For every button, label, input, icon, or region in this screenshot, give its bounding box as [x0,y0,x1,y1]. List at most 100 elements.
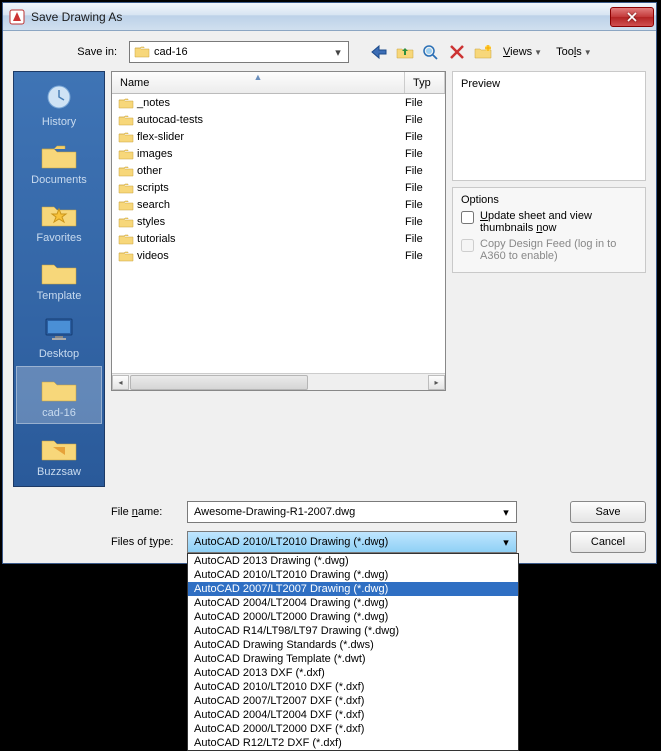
place-history[interactable]: History [16,76,102,132]
filetype-option[interactable]: AutoCAD 2010/LT2010 DXF (*.dxf) [188,680,518,694]
top-row: Save in: cad-16 ▾ Views▼ Tools▼ [13,37,646,71]
savein-value: cad-16 [154,46,330,58]
filename-label: File name: [111,506,179,518]
list-item[interactable]: _notesFile [112,94,445,111]
list-item[interactable]: autocad-testsFile [112,111,445,128]
scroll-right-button[interactable]: ▸ [428,375,445,390]
file-name: videos [137,250,405,262]
filetype-option[interactable]: AutoCAD Drawing Standards (*.dws) [188,638,518,652]
folder-icon [118,198,134,212]
file-type: File [405,182,445,194]
filetype-option[interactable]: AutoCAD 2010/LT2010 Drawing (*.dwg) [188,568,518,582]
dialog-body: Save in: cad-16 ▾ Views▼ Tools▼ History [3,31,656,563]
place-buzzsaw[interactable]: Buzzsaw [16,426,102,482]
scroll-left-button[interactable]: ◂ [112,375,129,390]
scroll-thumb[interactable] [130,375,308,390]
col-type[interactable]: Typ [405,72,445,93]
tools-menu[interactable]: Tools▼ [552,46,596,58]
list-header: Name ▲ Typ [112,72,445,94]
list-item[interactable]: flex-sliderFile [112,128,445,145]
save-dialog: Save Drawing As Save in: cad-16 ▾ Views▼… [2,2,657,564]
file-name: other [137,165,405,177]
savein-label: Save in: [13,46,123,58]
filetype-option[interactable]: AutoCAD R14/LT98/LT97 Drawing (*.dwg) [188,624,518,638]
options-title: Options [461,194,637,206]
file-type: File [405,114,445,126]
col-name[interactable]: Name ▲ [112,72,405,93]
save-button[interactable]: Save [570,501,646,523]
list-item[interactable]: videosFile [112,247,445,264]
list-item[interactable]: searchFile [112,196,445,213]
filetype-option[interactable]: AutoCAD 2004/LT2004 DXF (*.dxf) [188,708,518,722]
options-group: Options Update sheet and view thumbnails… [452,187,646,273]
file-type: File [405,199,445,211]
cancel-button[interactable]: Cancel [570,531,646,553]
close-button[interactable] [610,7,654,27]
filetype-option[interactable]: AutoCAD R12/LT2 DXF (*.dxf) [188,736,518,750]
folder-icon [118,232,134,246]
favorites-icon [39,196,79,230]
filetype-dropdown[interactable]: AutoCAD 2013 Drawing (*.dwg)AutoCAD 2010… [187,553,519,751]
chevron-down-icon[interactable]: ▾ [330,46,346,59]
list-item[interactable]: tutorialsFile [112,230,445,247]
update-thumbnails-label: Update sheet and view thumbnails now [480,210,637,234]
folder-icon [134,45,150,59]
up-folder-icon[interactable] [395,42,415,62]
filename-value: Awesome-Drawing-R1-2007.dwg [194,506,498,518]
place-template[interactable]: Template [16,250,102,306]
filetype-option[interactable]: AutoCAD 2013 Drawing (*.dwg) [188,554,518,568]
folder-icon [39,254,79,288]
filename-row: File name: Awesome-Drawing-R1-2007.dwg ▾… [111,501,646,523]
place-desktop[interactable]: Desktop [16,308,102,364]
views-menu[interactable]: Views▼ [499,46,546,58]
place-cad16[interactable]: cad-16 [16,366,102,424]
filetype-option[interactable]: AutoCAD 2000/LT2000 Drawing (*.dwg) [188,610,518,624]
filetype-option[interactable]: AutoCAD 2007/LT2007 DXF (*.dxf) [188,694,518,708]
new-folder-icon[interactable] [473,42,493,62]
file-type: File [405,97,445,109]
file-name: autocad-tests [137,114,405,126]
scroll-track[interactable] [130,375,427,390]
filetype-row: Files of type: AutoCAD 2010/LT2010 Drawi… [111,531,646,553]
filetype-option[interactable]: AutoCAD Drawing Template (*.dwt) [188,652,518,666]
place-label: Buzzsaw [37,466,81,478]
filetype-option[interactable]: AutoCAD 2007/LT2007 Drawing (*.dwg) [188,582,518,596]
sort-asc-icon: ▲ [254,72,263,82]
filetype-option[interactable]: AutoCAD 2013 DXF (*.dxf) [188,666,518,680]
list-item[interactable]: scriptsFile [112,179,445,196]
folder-icon [118,96,134,110]
folder-icon [39,138,79,172]
titlebar: Save Drawing As [3,3,656,31]
folder-icon [118,164,134,178]
place-label: History [42,116,76,128]
delete-icon[interactable] [447,42,467,62]
filetype-label: Files of type: [111,536,179,548]
search-web-icon[interactable] [421,42,441,62]
folder-icon [118,147,134,161]
list-item[interactable]: stylesFile [112,213,445,230]
place-documents[interactable]: Documents [16,134,102,190]
title-text: Save Drawing As [31,10,610,24]
savein-combo[interactable]: cad-16 ▾ [129,41,349,63]
place-favorites[interactable]: Favorites [16,192,102,248]
list-item[interactable]: otherFile [112,162,445,179]
filetype-option[interactable]: AutoCAD 2004/LT2004 Drawing (*.dwg) [188,596,518,610]
preview-group: Preview [452,71,646,181]
filetype-combo[interactable]: AutoCAD 2010/LT2010 Drawing (*.dwg) ▾ [187,531,517,553]
file-type: File [405,165,445,177]
scrollbar-horizontal: ◂ ▸ [112,373,445,390]
chevron-down-icon[interactable]: ▾ [498,506,514,519]
file-type: File [405,250,445,262]
chevron-down-icon[interactable]: ▾ [498,536,514,549]
list-body[interactable]: _notesFileautocad-testsFileflex-sliderFi… [112,94,445,373]
bottom-area: File name: Awesome-Drawing-R1-2007.dwg ▾… [13,501,646,553]
filetype-option[interactable]: AutoCAD 2000/LT2000 DXF (*.dxf) [188,722,518,736]
folder-icon [39,371,79,405]
list-item[interactable]: imagesFile [112,145,445,162]
file-type: File [405,233,445,245]
filename-combo[interactable]: Awesome-Drawing-R1-2007.dwg ▾ [187,501,517,523]
update-thumbnails-checkbox[interactable] [461,211,474,224]
history-icon [39,80,79,114]
back-icon[interactable] [369,42,389,62]
main-area: History Documents Favorites Template Des… [13,71,646,487]
